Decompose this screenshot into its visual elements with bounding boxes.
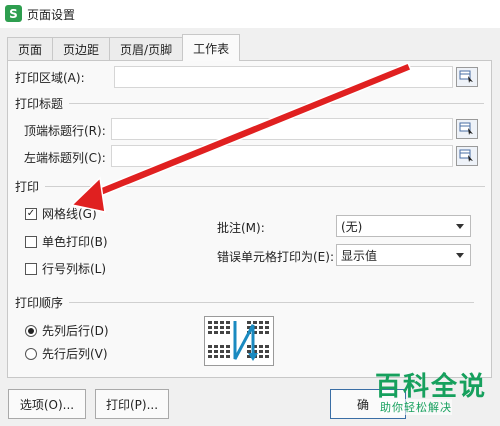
- tab-margins[interactable]: 页边距: [52, 37, 111, 61]
- print-area-input[interactable]: [114, 66, 453, 88]
- window-title: 页面设置: [27, 8, 76, 22]
- print-section: 打印: [15, 178, 486, 195]
- errors-value: 显示值: [341, 248, 378, 263]
- print-titles-heading: 打印标题: [15, 97, 64, 111]
- tab-header-footer[interactable]: 页眉/页脚: [109, 37, 184, 61]
- checkbox-box: [25, 235, 37, 248]
- watermark-title: 百科全说: [375, 372, 488, 402]
- left-cols-label: 左端标题列(C):: [24, 151, 106, 165]
- section-divider: [45, 186, 486, 187]
- down-then-over-radio[interactable]: 先列后行(D): [25, 322, 109, 339]
- print-order-section: 打印顺序: [15, 294, 475, 311]
- section-divider: [69, 103, 485, 104]
- row-col-headers-checkbox[interactable]: 行号列标(L): [25, 260, 106, 277]
- range-select-icon: [459, 70, 473, 83]
- over-then-down-label: 先行后列(V): [42, 347, 108, 361]
- checkbox-box: [25, 262, 37, 275]
- comments-label: 批注(M):: [217, 221, 265, 235]
- print-area-label: 打印区域(A):: [15, 71, 85, 85]
- gridlines-label: 网格线(G): [42, 207, 97, 221]
- tab-sheet[interactable]: 工作表: [182, 34, 241, 61]
- gridlines-checkbox[interactable]: ✓ 网格线(G): [25, 205, 97, 222]
- title-bar: S 页面设置: [0, 0, 500, 28]
- checkbox-box: ✓: [25, 207, 37, 220]
- watermark-subtitle: 助你轻松解决: [380, 399, 452, 415]
- range-select-icon: [459, 149, 473, 162]
- radio-circle: [25, 324, 37, 337]
- comments-select[interactable]: (无): [336, 215, 471, 237]
- print-area-picker-button[interactable]: [456, 67, 478, 87]
- options-button[interactable]: 选项(O)...: [8, 389, 86, 419]
- print-order-preview: [204, 316, 274, 366]
- left-cols-picker-button[interactable]: [456, 146, 478, 166]
- dropdown-arrow-icon: [456, 252, 464, 258]
- print-titles-section: 打印标题: [15, 95, 485, 112]
- tab-strip: 页面 页边距 页眉/页脚 工作表: [7, 34, 241, 61]
- mono-print-label: 单色打印(B): [42, 235, 108, 249]
- errors-select[interactable]: 显示值: [336, 244, 471, 266]
- errors-label: 错误单元格打印为(E):: [217, 250, 334, 264]
- radio-dot: [28, 327, 34, 334]
- over-then-down-radio[interactable]: 先行后列(V): [25, 345, 108, 362]
- wps-app-icon: S: [5, 5, 22, 22]
- print-order-heading: 打印顺序: [15, 296, 64, 310]
- row-col-headers-label: 行号列标(L): [42, 262, 107, 276]
- down-then-over-label: 先列后行(D): [42, 324, 109, 338]
- left-cols-input[interactable]: [111, 145, 453, 167]
- mono-print-checkbox[interactable]: 单色打印(B): [25, 233, 108, 250]
- check-mark-icon: ✓: [26, 207, 36, 219]
- range-select-icon: [459, 122, 473, 135]
- top-rows-picker-button[interactable]: [456, 119, 478, 139]
- print-heading: 打印: [15, 180, 40, 194]
- radio-circle: [25, 347, 37, 360]
- print-button[interactable]: 打印(P)...: [95, 389, 169, 419]
- dropdown-arrow-icon: [456, 223, 464, 229]
- section-divider: [69, 302, 475, 303]
- tab-page[interactable]: 页面: [7, 37, 54, 61]
- page-order-icon: [208, 321, 269, 361]
- comments-value: (无): [341, 219, 363, 234]
- top-rows-input[interactable]: [111, 118, 453, 140]
- top-rows-label: 顶端标题行(R):: [24, 124, 106, 138]
